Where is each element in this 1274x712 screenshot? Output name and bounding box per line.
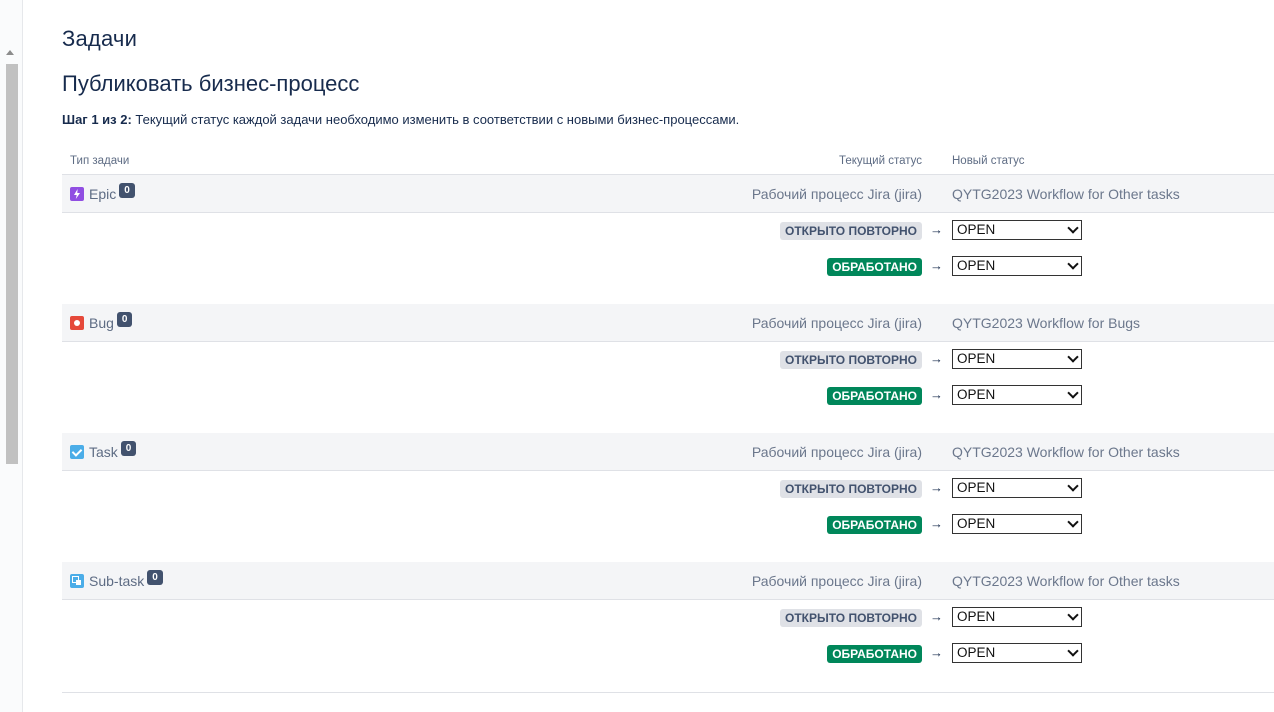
epic-icon xyxy=(70,187,84,201)
selected-status: OPEN xyxy=(957,609,996,624)
issue-type-group-task: Task 0 Рабочий процесс Jira (jira) QYTG2… xyxy=(62,433,1274,564)
status-mapping-row: ОБРАБОТАНО → OPEN xyxy=(62,514,1274,536)
current-workflow: Рабочий процесс Jira (jira) xyxy=(751,573,922,589)
status-lozenge-reopened: ОТКРЫТО ПОВТОРНО xyxy=(780,222,922,240)
issue-type-row: Bug 0 Рабочий процесс Jira (jira) QYTG20… xyxy=(62,304,1274,342)
current-workflow: Рабочий процесс Jira (jira) xyxy=(751,444,922,460)
new-status-select[interactable]: OPEN xyxy=(952,643,1082,663)
column-header-new-status: Новый статус xyxy=(952,155,1025,167)
new-workflow: QYTG2023 Workflow for Bugs xyxy=(952,315,1141,331)
issue-type-row: Task 0 Рабочий процесс Jira (jira) QYTG2… xyxy=(62,433,1274,471)
new-status-select[interactable]: OPEN xyxy=(952,256,1082,276)
task-icon xyxy=(70,445,84,459)
table-header: Тип задачи Текущий статус Новый статус xyxy=(62,150,1274,176)
issue-count-badge: 0 xyxy=(116,311,133,327)
issue-type-group-bug: Bug 0 Рабочий процесс Jira (jira) QYTG20… xyxy=(62,304,1274,435)
status-lozenge-resolved: ОБРАБОТАНО xyxy=(827,258,922,276)
step-label: Шаг 1 из 2: xyxy=(62,112,132,127)
status-lozenge-resolved: ОБРАБОТАНО xyxy=(827,516,922,534)
status-mapping-row: ОБРАБОТАНО → OPEN xyxy=(62,256,1274,278)
selected-status: OPEN xyxy=(957,258,996,273)
arrow-right-icon: → xyxy=(930,645,943,660)
issue-type-name: Epic xyxy=(89,186,117,202)
issue-type-cell: Task 0 xyxy=(70,440,137,461)
step-text: Текущий статус каждой задачи необходимо … xyxy=(131,112,740,127)
new-status-select[interactable]: OPEN xyxy=(952,514,1082,534)
issue-type-cell: Sub-task 0 xyxy=(70,569,163,590)
arrow-right-icon: → xyxy=(930,258,943,273)
selected-status: OPEN xyxy=(957,351,996,366)
status-mapping-row: ОТКРЫТО ПОВТОРНО → OPEN xyxy=(62,349,1274,371)
column-header-current-status: Текущий статус xyxy=(839,155,922,167)
issue-type-group-epic: Epic 0 Рабочий процесс Jira (jira) QYTG2… xyxy=(62,175,1274,306)
arrow-right-icon: → xyxy=(930,609,943,624)
scroll-up-arrow-icon[interactable] xyxy=(6,50,14,55)
new-status-select[interactable]: OPEN xyxy=(952,349,1082,369)
new-workflow: QYTG2023 Workflow for Other tasks xyxy=(952,444,1180,460)
chevron-down-icon xyxy=(1067,516,1079,528)
selected-status: OPEN xyxy=(957,222,996,237)
issue-count-badge: 0 xyxy=(120,440,137,456)
new-workflow: QYTG2023 Workflow for Other tasks xyxy=(952,186,1180,202)
subtask-icon xyxy=(70,574,84,588)
section-title: Публиковать бизнес-процесс xyxy=(62,71,360,96)
new-status-select[interactable]: OPEN xyxy=(952,478,1082,498)
selected-status: OPEN xyxy=(957,645,996,660)
status-mapping-row: ОТКРЫТО ПОВТОРНО → OPEN xyxy=(62,607,1274,629)
chevron-down-icon xyxy=(1067,609,1079,621)
new-workflow: QYTG2023 Workflow for Other tasks xyxy=(952,573,1180,589)
arrow-right-icon: → xyxy=(930,387,943,402)
status-lozenge-resolved: ОБРАБОТАНО xyxy=(827,645,922,663)
issue-type-group-subtask: Sub-task 0 Рабочий процесс Jira (jira) Q… xyxy=(62,562,1274,693)
issue-count-badge: 0 xyxy=(119,182,135,198)
status-mapping-row: ОБРАБОТАНО → OPEN xyxy=(62,643,1274,665)
status-lozenge-reopened: ОТКРЫТО ПОВТОРНО xyxy=(780,609,922,627)
issue-count-badge: 0 xyxy=(147,569,163,585)
step-description: Шаг 1 из 2: Текущий статус каждой задачи… xyxy=(62,112,739,127)
column-header-type: Тип задачи xyxy=(70,155,130,167)
issue-type-row: Epic 0 Рабочий процесс Jira (jira) QYTG2… xyxy=(62,175,1274,213)
chevron-down-icon xyxy=(1067,480,1079,492)
issue-type-name: Sub-task xyxy=(89,573,145,589)
status-lozenge-reopened: ОТКРЫТО ПОВТОРНО xyxy=(780,351,922,369)
arrow-right-icon: → xyxy=(930,222,943,237)
selected-status: OPEN xyxy=(957,387,996,402)
page-title: Задачи xyxy=(62,26,138,51)
status-lozenge-resolved: ОБРАБОТАНО xyxy=(827,387,922,405)
new-status-select[interactable]: OPEN xyxy=(952,385,1082,405)
chevron-down-icon xyxy=(1067,258,1079,270)
chevron-down-icon xyxy=(1067,645,1079,657)
new-status-select[interactable]: OPEN xyxy=(952,220,1082,240)
arrow-right-icon: → xyxy=(930,516,943,531)
selected-status: OPEN xyxy=(957,516,996,531)
status-mapping-row: ОБРАБОТАНО → OPEN xyxy=(62,385,1274,407)
arrow-right-icon: → xyxy=(930,480,943,495)
chevron-down-icon xyxy=(1067,351,1079,363)
selected-status: OPEN xyxy=(957,480,996,495)
new-status-select[interactable]: OPEN xyxy=(952,607,1082,627)
issue-type-cell: Epic 0 xyxy=(70,182,135,203)
arrow-right-icon: → xyxy=(930,351,943,366)
issue-type-row: Sub-task 0 Рабочий процесс Jira (jira) Q… xyxy=(62,562,1274,600)
bug-icon xyxy=(70,316,84,330)
status-mapping-row: ОТКРЫТО ПОВТОРНО → OPEN xyxy=(62,478,1274,500)
scrollbar-thumb[interactable] xyxy=(6,64,18,464)
issue-type-cell: Bug 0 xyxy=(70,311,133,332)
issue-type-name: Bug xyxy=(89,315,114,331)
current-workflow: Рабочий процесс Jira (jira) xyxy=(751,186,922,202)
status-mapping-row: ОТКРЫТО ПОВТОРНО → OPEN xyxy=(62,220,1274,242)
current-workflow: Рабочий процесс Jira (jira) xyxy=(751,315,922,331)
issue-type-name: Task xyxy=(89,444,118,460)
left-sidebar-strip xyxy=(0,0,23,712)
status-lozenge-reopened: ОТКРЫТО ПОВТОРНО xyxy=(780,480,922,498)
chevron-down-icon xyxy=(1067,387,1079,399)
chevron-down-icon xyxy=(1067,222,1079,234)
